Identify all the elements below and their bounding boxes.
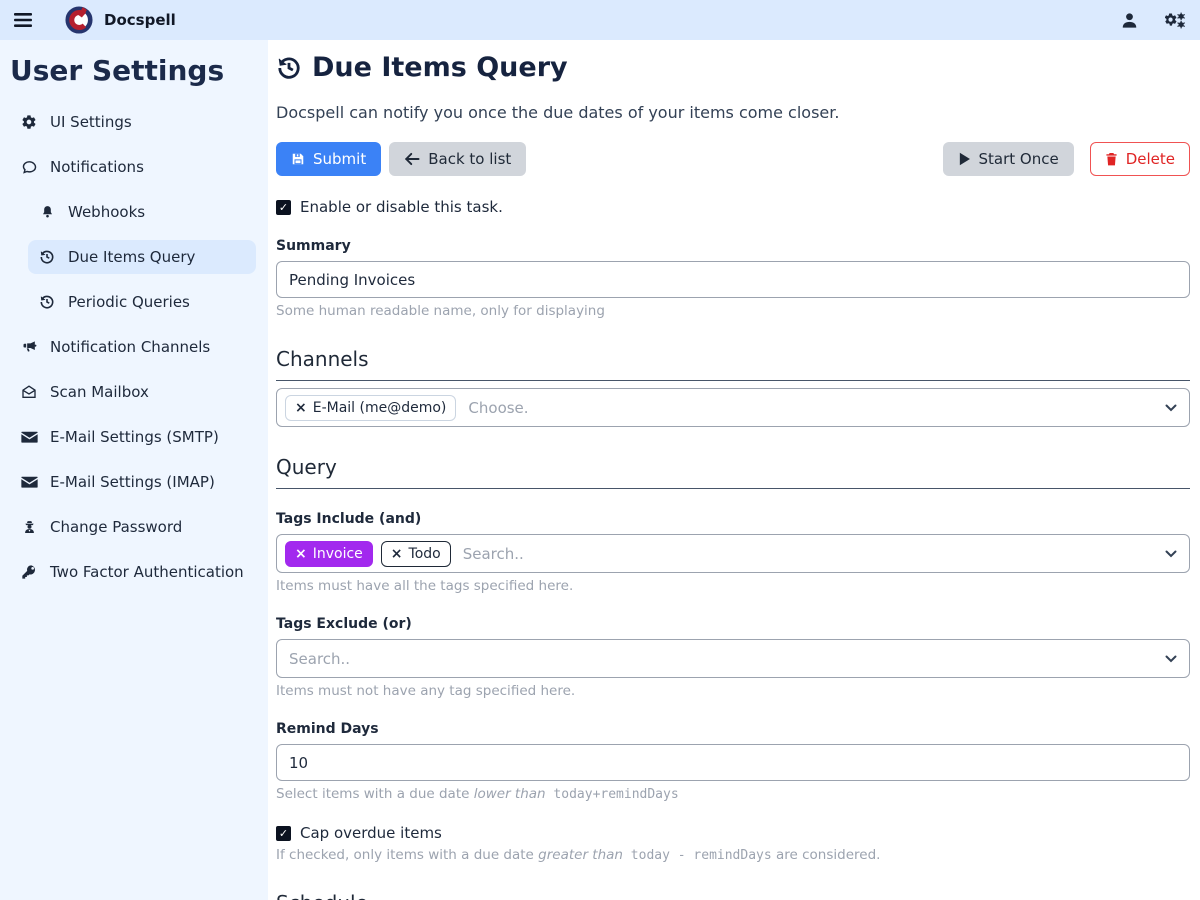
tags-include-placeholder: Search.. bbox=[459, 545, 524, 563]
sidebar-item-ui-settings[interactable]: UI Settings bbox=[10, 105, 256, 139]
remind-days-helper: Select items with a due date lower than … bbox=[276, 786, 1190, 802]
start-once-button[interactable]: Start Once bbox=[943, 142, 1074, 176]
sidebar-item-label: Two Factor Authentication bbox=[50, 563, 244, 581]
sidebar-item-scan-mailbox[interactable]: Scan Mailbox bbox=[10, 375, 256, 409]
delete-button[interactable]: Delete bbox=[1090, 142, 1190, 176]
tags-include-helper: Items must have all the tags specified h… bbox=[276, 578, 1190, 594]
sidebar-item-webhooks[interactable]: Webhooks bbox=[28, 195, 256, 229]
tags-exclude-placeholder: Search.. bbox=[285, 650, 350, 668]
sidebar-item-label: UI Settings bbox=[50, 113, 132, 131]
brand[interactable]: Docspell bbox=[64, 5, 176, 35]
hamburger-menu-icon[interactable] bbox=[14, 13, 32, 27]
summary-helper: Some human readable name, only for displ… bbox=[276, 303, 1190, 319]
enable-task-label: Enable or disable this task. bbox=[300, 198, 503, 216]
docspell-logo-icon bbox=[64, 5, 94, 35]
gear-icon bbox=[20, 114, 38, 130]
sidebar-item-label: Scan Mailbox bbox=[50, 383, 149, 401]
remove-chip-icon[interactable]: × bbox=[295, 546, 307, 562]
sidebar-item-notifications[interactable]: Notifications bbox=[10, 150, 256, 184]
remove-chip-icon[interactable]: × bbox=[295, 400, 307, 416]
sidebar-item-notification-channels[interactable]: Notification Channels bbox=[10, 330, 256, 364]
summary-label: Summary bbox=[276, 238, 1190, 254]
cap-overdue-label: Cap overdue items bbox=[300, 824, 442, 842]
cap-overdue-helper: If checked, only items with a due date g… bbox=[276, 847, 1190, 863]
sidebar-item-periodic-queries[interactable]: Periodic Queries bbox=[28, 285, 256, 319]
cap-overdue-checkbox[interactable]: ✓ bbox=[276, 826, 291, 841]
enable-task-checkbox[interactable]: ✓ bbox=[276, 200, 291, 215]
channel-chip-email[interactable]: × E-Mail (me@demo) bbox=[285, 395, 456, 421]
sidebar-item-label: E-Mail Settings (SMTP) bbox=[50, 428, 219, 446]
sidebar-item-label: E-Mail Settings (IMAP) bbox=[50, 473, 215, 491]
channels-select[interactable]: × E-Mail (me@demo) Choose. bbox=[276, 388, 1190, 427]
sidebar-item-label: Due Items Query bbox=[68, 248, 195, 266]
tags-exclude-select[interactable]: Search.. bbox=[276, 639, 1190, 678]
back-to-list-button[interactable]: Back to list bbox=[389, 142, 526, 176]
page-title: Due Items Query bbox=[276, 52, 1190, 83]
tag-chip-invoice[interactable]: × Invoice bbox=[285, 541, 373, 567]
arrow-left-icon bbox=[404, 152, 420, 166]
chevron-down-icon bbox=[1165, 655, 1177, 663]
tags-include-select[interactable]: × Invoice × Todo Search.. bbox=[276, 534, 1190, 573]
summary-input[interactable] bbox=[276, 261, 1190, 298]
envelope-icon bbox=[20, 430, 38, 444]
page-title-text: Due Items Query bbox=[312, 52, 568, 83]
sidebar-item-label: Change Password bbox=[50, 518, 182, 536]
sidebar: User Settings UI Settings Notifications … bbox=[0, 40, 268, 900]
sidebar-item-email-imap[interactable]: E-Mail Settings (IMAP) bbox=[10, 465, 256, 499]
main-content: Due Items Query Docspell can notify you … bbox=[268, 40, 1200, 900]
chevron-down-icon bbox=[1165, 550, 1177, 558]
topbar: Docspell bbox=[0, 0, 1200, 40]
gears-settings-icon[interactable] bbox=[1165, 11, 1186, 30]
tag-chip-todo[interactable]: × Todo bbox=[381, 541, 451, 567]
query-heading: Query bbox=[276, 455, 1190, 489]
sidebar-item-email-smtp[interactable]: E-Mail Settings (SMTP) bbox=[10, 420, 256, 454]
brand-name: Docspell bbox=[104, 11, 176, 29]
sidebar-title: User Settings bbox=[10, 50, 256, 105]
channels-heading: Channels bbox=[276, 347, 1190, 381]
tags-include-label: Tags Include (and) bbox=[276, 511, 1190, 527]
sidebar-item-label: Periodic Queries bbox=[68, 293, 190, 311]
cap-overdue-row: ✓ Cap overdue items bbox=[276, 824, 1190, 842]
submit-button[interactable]: Submit bbox=[276, 142, 381, 176]
history-icon bbox=[276, 55, 302, 81]
page-description: Docspell can notify you once the due dat… bbox=[276, 103, 1190, 122]
sidebar-item-change-password[interactable]: Change Password bbox=[10, 510, 256, 544]
action-buttons-row: Submit Back to list Start Once bbox=[276, 142, 1190, 176]
enable-task-row: ✓ Enable or disable this task. bbox=[276, 198, 1190, 216]
chevron-down-icon bbox=[1165, 404, 1177, 412]
tags-exclude-helper: Items must not have any tag specified he… bbox=[276, 683, 1190, 699]
sidebar-item-label: Webhooks bbox=[68, 203, 145, 221]
user-secret-icon bbox=[20, 519, 38, 535]
remove-chip-icon[interactable]: × bbox=[391, 546, 403, 562]
comment-icon bbox=[20, 159, 38, 176]
history-icon bbox=[38, 249, 56, 265]
sidebar-item-two-factor[interactable]: Two Factor Authentication bbox=[10, 555, 256, 589]
remind-days-input[interactable] bbox=[276, 744, 1190, 781]
sidebar-item-label: Notification Channels bbox=[50, 338, 210, 356]
sidebar-item-label: Notifications bbox=[50, 158, 144, 176]
envelope-icon bbox=[20, 475, 38, 489]
tags-exclude-label: Tags Exclude (or) bbox=[276, 616, 1190, 632]
remind-days-label: Remind Days bbox=[276, 721, 1190, 737]
history-icon bbox=[38, 294, 56, 310]
key-icon bbox=[20, 564, 38, 580]
save-icon bbox=[291, 152, 305, 166]
channels-placeholder: Choose. bbox=[464, 399, 528, 417]
sidebar-item-due-items-query[interactable]: Due Items Query bbox=[28, 240, 256, 274]
user-account-icon[interactable] bbox=[1120, 11, 1139, 30]
play-icon bbox=[958, 152, 971, 166]
bell-icon bbox=[38, 204, 56, 220]
schedule-heading: Schedule bbox=[276, 891, 1190, 900]
trash-icon bbox=[1105, 152, 1118, 166]
bullhorn-icon bbox=[20, 339, 38, 355]
envelope-open-icon bbox=[20, 384, 38, 400]
